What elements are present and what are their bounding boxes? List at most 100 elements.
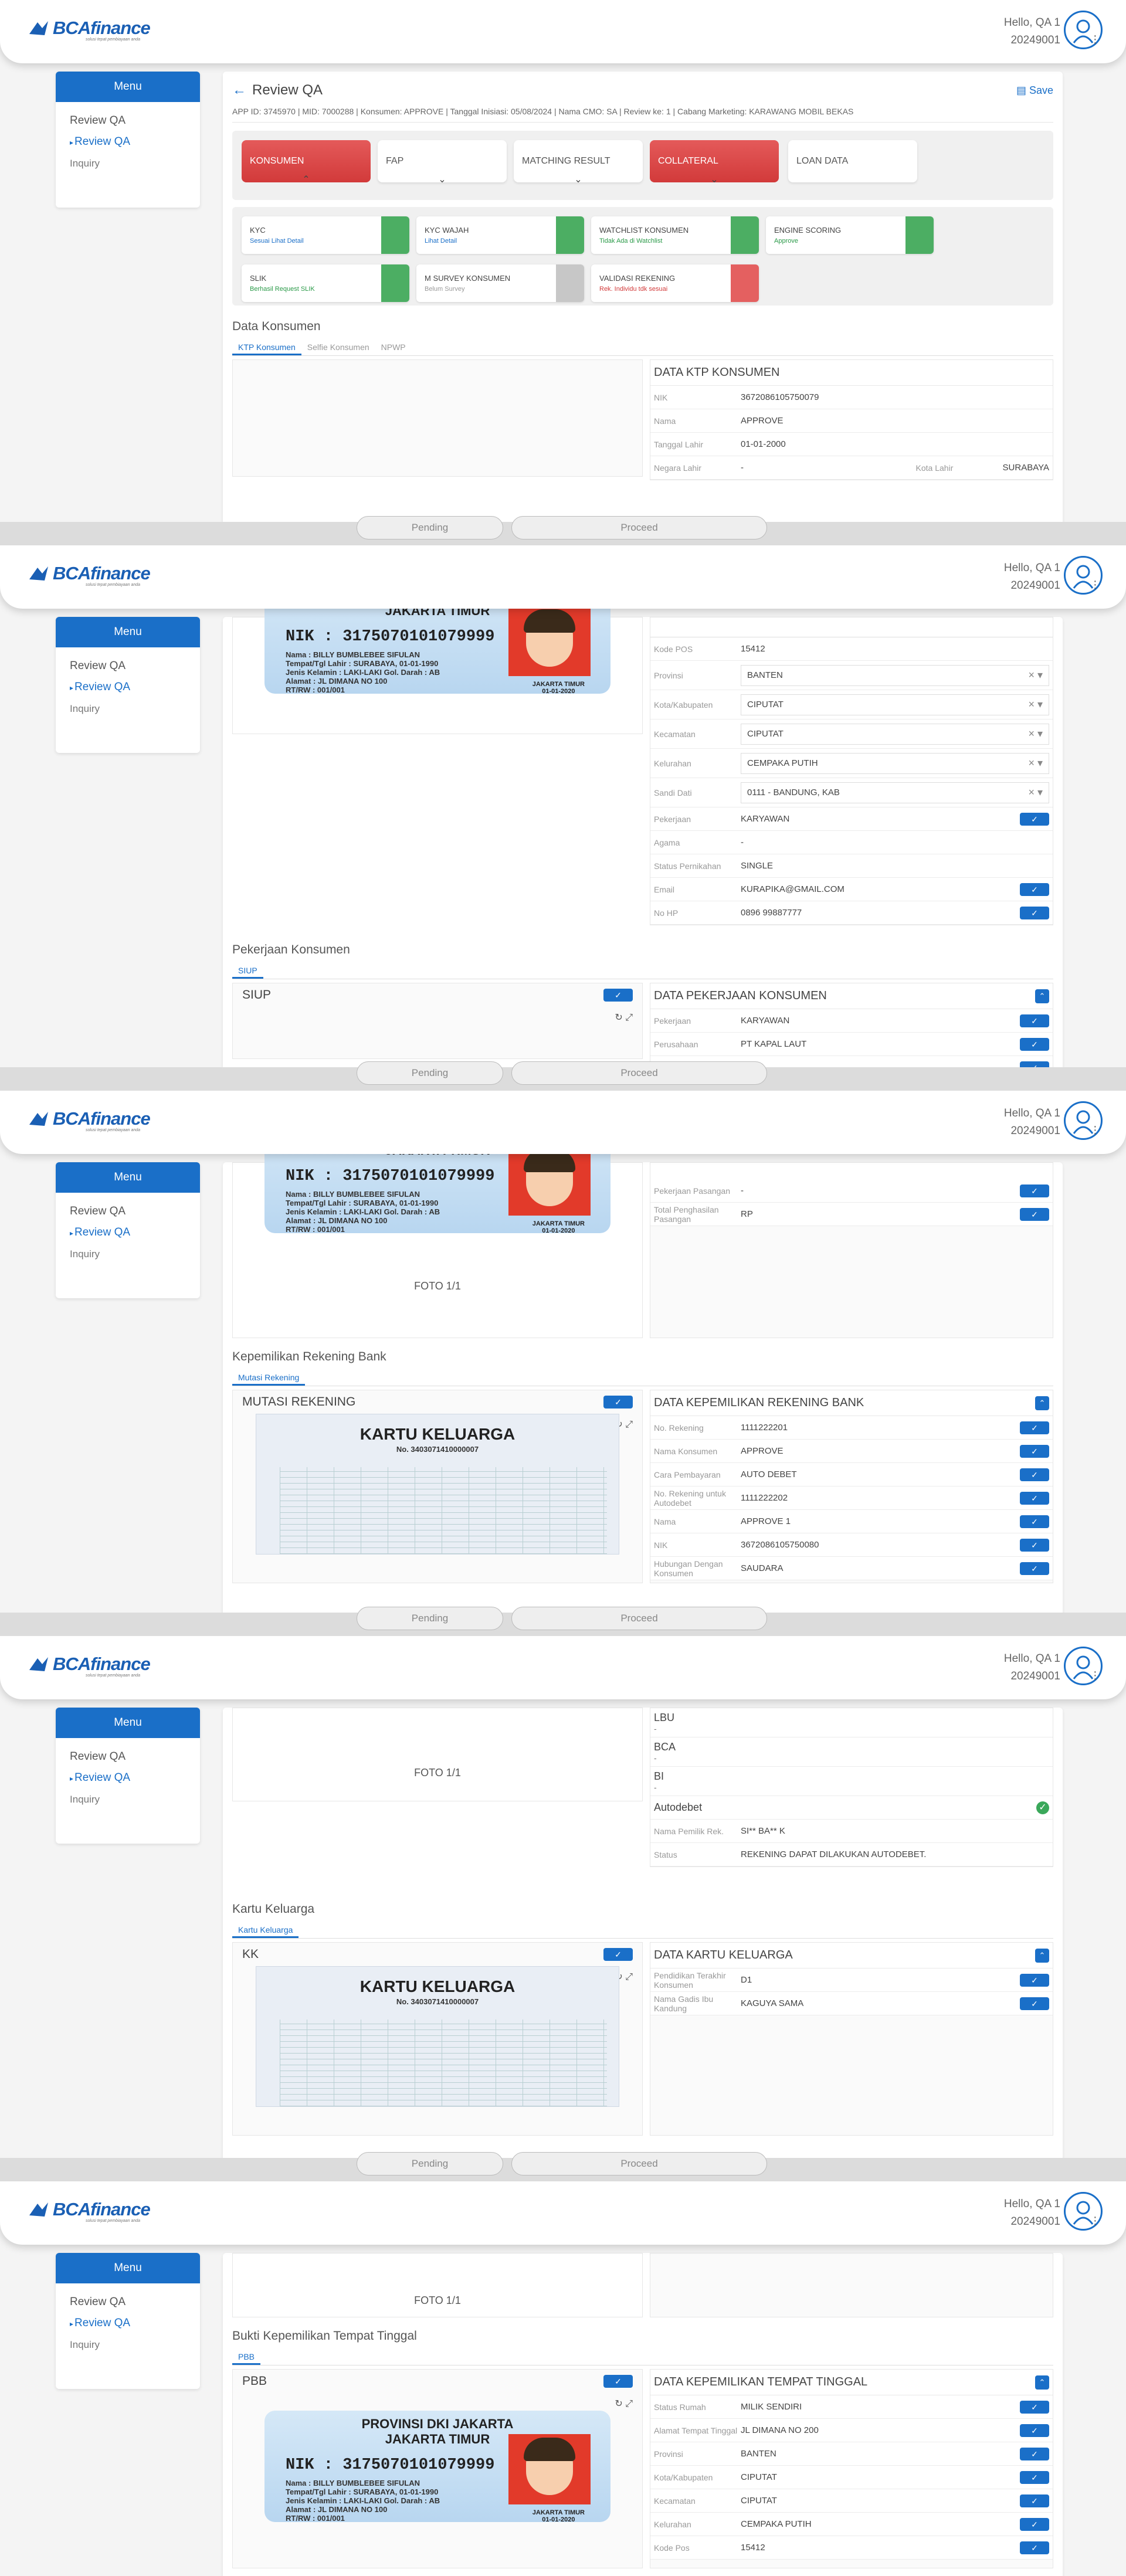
tab-2[interactable]: NPWP <box>375 339 412 355</box>
sidebar-item-inquiry[interactable]: Inquiry <box>56 1244 200 1265</box>
pending-button[interactable]: Pending <box>357 1607 503 1630</box>
field-row: Nama APPROVE <box>650 409 1053 433</box>
sidebar-item-review-qa-sub[interactable]: Review QA <box>56 131 200 153</box>
sidebar-item-review-qa[interactable]: Review QA <box>56 110 200 131</box>
verify-check-icon[interactable]: ✓ <box>1020 2400 1049 2414</box>
verify-check-icon[interactable]: ✓ <box>1020 1421 1049 1434</box>
sidebar-item-review-qa[interactable]: Review QA <box>56 2292 200 2313</box>
verify-check-icon[interactable]: ✓ <box>1020 1973 1049 1987</box>
doc-tabs: KTP Konsumen Selfie Konsumen NPWP <box>232 340 1053 356</box>
verify-check-icon[interactable]: ✓ <box>1020 1997 1049 2010</box>
tab-0[interactable]: KTP Konsumen <box>232 339 301 355</box>
collapse-icon[interactable]: ⌃ <box>1035 1948 1049 1963</box>
tab-mutasi[interactable]: Mutasi Rekening <box>232 1369 306 1386</box>
verify-check-icon[interactable]: ✓ <box>603 2375 633 2388</box>
proceed-button[interactable]: Proceed <box>511 1061 767 1085</box>
more-menu-icon[interactable]: · · · <box>1093 1666 1097 1685</box>
sidebar-item-review-qa-sub[interactable]: Review QA <box>56 677 200 698</box>
verify-check-icon[interactable]: ✓ <box>1020 2447 1049 2460</box>
select-field[interactable]: CIPUTAT × ▾ <box>741 723 1049 745</box>
back-arrow-icon[interactable]: ← <box>232 82 246 98</box>
verify-check-icon[interactable]: ✓ <box>1020 1491 1049 1505</box>
verify-check-icon[interactable]: ✓ <box>1020 906 1049 919</box>
bca-finance-logo[interactable]: BCAfinance solusi tepat pembiayaan anda <box>27 1108 162 1134</box>
verify-check-icon[interactable]: ✓ <box>1020 1515 1049 1528</box>
bca-finance-logo[interactable]: BCAfinance solusi tepat pembiayaan anda <box>27 563 162 589</box>
verify-check-icon[interactable]: ✓ <box>603 1396 633 1409</box>
pending-button[interactable]: Pending <box>357 2152 503 2175</box>
stage-tab-4[interactable]: LOAN DATA <box>788 140 917 182</box>
stage-tab-0[interactable]: KONSUMEN ⌃ <box>242 140 371 185</box>
sidebar-item-review-qa-sub[interactable]: Review QA <box>56 1767 200 1789</box>
verify-check-icon[interactable]: ✓ <box>1020 1444 1049 1458</box>
tab-kk[interactable]: Kartu Keluarga <box>232 1922 299 1938</box>
more-menu-icon[interactable]: · · · <box>1093 30 1097 49</box>
select-field[interactable]: 0111 - BANDUNG, KAB × ▾ <box>741 782 1049 803</box>
stage-tab-2[interactable]: MATCHING RESULT ⌄ <box>514 140 643 185</box>
tab-siup[interactable]: SIUP <box>232 962 263 979</box>
check-card[interactable]: ENGINE SCORING Approve <box>766 216 934 254</box>
sidebar-item-review-qa[interactable]: Review QA <box>56 1201 200 1222</box>
stage-tab-3[interactable]: COLLATERAL ⌄ <box>650 140 779 185</box>
field-row: Agama - <box>650 831 1053 854</box>
zoom-tools-icon[interactable]: ↻ ⤢ <box>615 2398 633 2409</box>
more-menu-icon[interactable]: · · · <box>1093 575 1097 594</box>
check-card[interactable]: VALIDASI REKENING Rek. Individu tdk sesua… <box>591 264 759 302</box>
stage-tab-1[interactable]: FAP ⌄ <box>378 140 507 185</box>
verify-check-icon[interactable]: ✓ <box>1020 1184 1049 1197</box>
menu-title: Menu <box>56 2253 200 2283</box>
zoom-tools-icon[interactable]: ↻ ⤢ <box>615 1012 633 1023</box>
bca-finance-logo[interactable]: BCAfinance solusi tepat pembiayaan anda <box>27 2199 162 2225</box>
save-button[interactable]: ▤ Save <box>1016 84 1053 97</box>
verify-check-icon[interactable]: ✓ <box>1020 2424 1049 2437</box>
field-row: Pekerjaan KARYAWAN ✓ <box>650 1009 1053 1033</box>
select-field[interactable]: CEMPAKA PUTIH × ▾ <box>741 752 1049 774</box>
verify-check-icon[interactable]: ✓ <box>1020 1468 1049 1481</box>
check-card[interactable]: SLIK Berhasil Request SLIK <box>242 264 409 302</box>
verify-check-icon[interactable]: ✓ <box>1020 2517 1049 2531</box>
pending-button[interactable]: Pending <box>357 1061 503 1085</box>
verify-check-icon[interactable]: ✓ <box>1020 2494 1049 2507</box>
collapse-icon[interactable]: ⌃ <box>1035 989 1049 1003</box>
section-title: Data Konsumen <box>232 320 321 333</box>
check-card[interactable]: M SURVEY KONSUMEN Belum Survey <box>416 264 584 302</box>
verify-check-icon[interactable]: ✓ <box>1020 2541 1049 2554</box>
doc-viewer <box>232 359 643 477</box>
verify-check-icon[interactable]: ✓ <box>603 1948 633 1961</box>
tab-1[interactable]: Selfie Konsumen <box>301 339 375 355</box>
bca-finance-logo[interactable]: BCAfinance solusi tepat pembiayaan anda <box>27 1654 162 1679</box>
verify-check-icon[interactable]: ✓ <box>1020 1014 1049 1027</box>
more-menu-icon[interactable]: · · · <box>1093 1121 1097 1139</box>
tab-pbb[interactable]: PBB <box>232 2348 261 2365</box>
verify-check-icon[interactable]: ✓ <box>1020 1562 1049 1575</box>
menu-title: Menu <box>56 617 200 647</box>
sidebar-item-inquiry[interactable]: Inquiry <box>56 1789 200 1810</box>
sidebar-item-inquiry[interactable]: Inquiry <box>56 698 200 719</box>
select-field[interactable]: CIPUTAT × ▾ <box>741 694 1049 715</box>
pending-button[interactable]: Pending <box>357 516 503 539</box>
collapse-icon[interactable]: ⌃ <box>1035 2375 1049 2390</box>
more-menu-icon[interactable]: · · · <box>1093 2211 1097 2230</box>
verify-check-icon[interactable]: ✓ <box>603 989 633 1002</box>
sidebar-item-review-qa[interactable]: Review QA <box>56 656 200 677</box>
check-card[interactable]: KYC Sesuai Lihat Detail <box>242 216 409 254</box>
collapse-icon[interactable]: ⌃ <box>1035 1396 1049 1410</box>
sidebar-item-review-qa[interactable]: Review QA <box>56 1746 200 1767</box>
sidebar-item-review-qa-sub[interactable]: Review QA <box>56 2313 200 2334</box>
verify-check-icon[interactable]: ✓ <box>1020 1037 1049 1051</box>
verify-check-icon[interactable]: ✓ <box>1020 1538 1049 1552</box>
verify-check-icon[interactable]: ✓ <box>1020 883 1049 896</box>
proceed-button[interactable]: Proceed <box>511 2152 767 2175</box>
verify-check-icon[interactable]: ✓ <box>1020 1207 1049 1221</box>
bca-finance-logo[interactable]: BCAfinance solusi tepat pembiayaan anda <box>27 18 162 43</box>
proceed-button[interactable]: Proceed <box>511 516 767 539</box>
verify-check-icon[interactable]: ✓ <box>1020 2470 1049 2484</box>
proceed-button[interactable]: Proceed <box>511 1607 767 1630</box>
sidebar-item-inquiry[interactable]: Inquiry <box>56 153 200 174</box>
select-field[interactable]: BANTEN × ▾ <box>741 664 1049 686</box>
check-card[interactable]: WATCHLIST KONSUMEN Tidak Ada di Watchlist <box>591 216 759 254</box>
sidebar-item-review-qa-sub[interactable]: Review QA <box>56 1222 200 1244</box>
verify-check-icon[interactable]: ✓ <box>1020 812 1049 826</box>
sidebar-item-inquiry[interactable]: Inquiry <box>56 2334 200 2356</box>
check-card[interactable]: KYC WAJAH Lihat Detail <box>416 216 584 254</box>
